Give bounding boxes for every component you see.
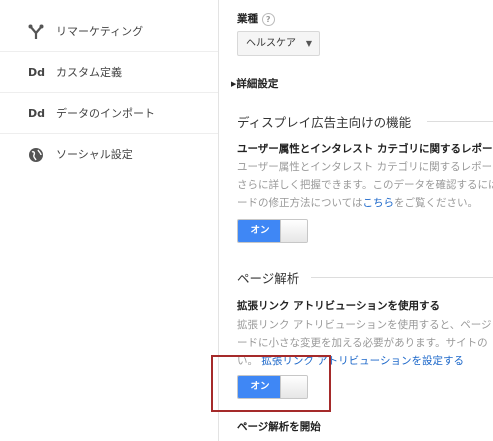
enhanced-link-desc-2: ードに小さな変更を加える必要があります。サイトの: [237, 337, 488, 349]
chevron-down-icon: ▼: [305, 39, 312, 48]
sidebar-item-social-settings[interactable]: ソーシャル設定: [0, 135, 218, 175]
sidebar: リマーケティング Dd カスタム定義 Dd データのインポート ソーシャル設定: [0, 0, 219, 441]
enhanced-link-subheading: 拡張リンク アトリビューションを使用する: [237, 300, 440, 312]
sidebar-item-label: リマーケティング: [56, 25, 144, 38]
advanced-settings-toggle[interactable]: ▶詳細設定: [231, 76, 278, 91]
industry-label-text: 業種: [237, 13, 258, 25]
sidebar-item-data-import[interactable]: Dd データのインポート: [0, 94, 218, 134]
demographics-desc-3-text: ードの修正方法については: [237, 197, 363, 209]
highlight-box: [211, 355, 331, 412]
help-icon[interactable]: ?: [261, 12, 275, 26]
demographics-desc-3-tail: をご覧ください。: [393, 197, 478, 209]
section-divider: [427, 121, 493, 122]
demographics-desc-1: ユーザー属性とインタレスト カテゴリに関するレポート: [237, 161, 493, 173]
display-features-heading: ディスプレイ広告主向けの機能: [237, 115, 412, 130]
dd-icon: Dd: [28, 107, 46, 120]
globe-icon: [28, 147, 46, 163]
page-analytics-start-label: ページ解析を開始: [237, 421, 321, 433]
sidebar-item-remarketing[interactable]: リマーケティング: [0, 12, 218, 52]
section-divider: [311, 277, 493, 278]
remarketing-icon: [28, 24, 46, 40]
sidebar-item-label: カスタム定義: [56, 66, 122, 79]
demographics-help-link[interactable]: こちら: [362, 197, 394, 209]
demographics-desc-3: ードの修正方法についてはこちらをご覧ください。: [237, 195, 478, 210]
sidebar-item-custom-definitions[interactable]: Dd カスタム定義: [0, 53, 218, 93]
demographics-subheading: ユーザー属性とインタレスト カテゴリに関するレポート: [237, 143, 493, 155]
demographics-toggle[interactable]: オン: [237, 219, 308, 243]
sidebar-item-label: ソーシャル設定: [56, 148, 133, 161]
toggle-knob: [280, 220, 307, 242]
page-analytics-heading: ページ解析: [237, 271, 300, 286]
advanced-settings-label: 詳細設定: [236, 78, 279, 90]
enhanced-link-desc-1: 拡張リンク アトリビューションを使用すると、ページ: [237, 319, 492, 331]
sidebar-item-label: データのインポート: [56, 107, 155, 120]
industry-label: 業種 ?: [237, 11, 275, 26]
dd-icon: Dd: [28, 66, 46, 79]
toggle-on-label: オン: [238, 220, 282, 242]
industry-selected-value: ヘルスケア: [246, 38, 296, 49]
industry-dropdown[interactable]: ヘルスケア ▼: [237, 31, 320, 56]
demographics-desc-2: さらに詳しく把握できます。このデータを確認するには: [237, 179, 493, 191]
